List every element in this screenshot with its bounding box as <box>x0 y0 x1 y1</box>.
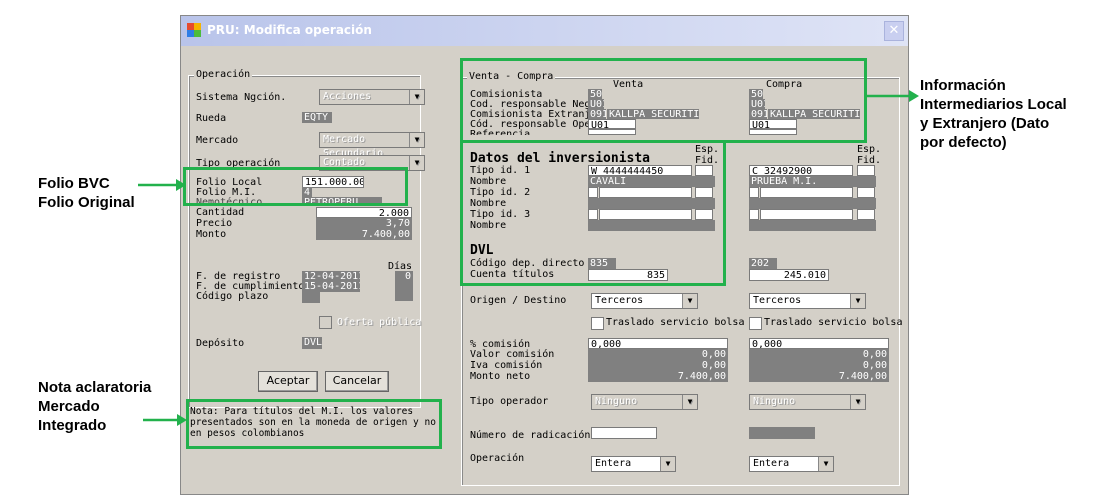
chevron-down-icon: ▼ <box>409 90 424 104</box>
compra-tipo-id3-field[interactable] <box>760 209 853 220</box>
venta-tipo-operador-select[interactable]: Ninguno ▼ <box>591 394 698 410</box>
compra-monto-neto: 7.400,00 <box>749 371 889 382</box>
operacion-group <box>188 75 421 408</box>
compra-radicacion-value <box>749 427 815 439</box>
compra-nombre1: PRUEBA M.I. <box>749 176 876 187</box>
venta-radicacion-field[interactable] <box>591 427 657 439</box>
compra-nombre2 <box>749 198 876 209</box>
folio-annotation: Folio BVC Folio Original <box>38 175 135 211</box>
venta-pct-comision-field[interactable]: 0,000 <box>588 338 728 349</box>
venta-operacion-select[interactable]: Entera ▼ <box>591 456 676 472</box>
compra-pct-comision-field[interactable]: 0,000 <box>749 338 889 349</box>
compra-operacion-select[interactable]: Entera ▼ <box>749 456 834 472</box>
chevron-down-icon: ▼ <box>850 395 865 409</box>
venta-valor-comision: 0,00 <box>588 349 728 360</box>
compra-tipo-id1-field[interactable]: C 32492900 <box>749 165 853 176</box>
venta-monto-neto: 7.400,00 <box>588 371 728 382</box>
nota-arrow-icon <box>143 414 187 426</box>
oferta-publica-checkbox[interactable] <box>319 316 332 329</box>
chevron-down-icon: ▼ <box>818 457 833 471</box>
deposito-label: Depósito <box>196 338 245 349</box>
chevron-down-icon: ▼ <box>409 133 424 147</box>
chevron-down-icon: ▼ <box>409 156 424 170</box>
compra-esp-fid3-field[interactable] <box>857 209 875 220</box>
app-icon <box>187 23 201 37</box>
compra-origen-select[interactable]: Terceros ▼ <box>749 293 866 309</box>
compra-esp-fid1-field[interactable] <box>857 165 875 176</box>
iva-comision-label: Iva comisión <box>470 360 543 371</box>
window-title: PRU: Modifica operación <box>207 23 372 37</box>
compra-iva: 0,00 <box>749 360 889 371</box>
info-arrow-icon <box>867 90 919 102</box>
compra-tipo-id3-code[interactable] <box>749 209 759 220</box>
folio-highlight-box <box>183 167 408 206</box>
venta-traslado-label: Traslado servicio bolsa <box>606 317 745 328</box>
aceptar-button[interactable]: Aceptar <box>258 371 318 392</box>
tipo-operador-label: Tipo operador <box>470 396 549 407</box>
compra-tipo-id2-field[interactable] <box>760 187 853 198</box>
codigo-plazo-value <box>302 292 320 303</box>
monto-neto-label: Monto neto <box>470 371 531 382</box>
chevron-down-icon: ▼ <box>660 457 675 471</box>
radicacion-label: Número de radicación <box>470 430 591 441</box>
monto-value: 7.400,00 <box>316 229 412 240</box>
chevron-down-icon: ▼ <box>682 395 697 409</box>
close-icon[interactable]: ✕ <box>884 21 904 41</box>
operacion-tipo-label: Operación <box>470 453 525 464</box>
inversionista-highlight-box <box>460 140 726 286</box>
rueda-value: EQTY <box>302 112 332 123</box>
cantidad-label: Cantidad <box>196 207 245 218</box>
compra-esp-fid-label: Esp. Fid. <box>857 144 882 166</box>
monto-label: Monto <box>196 229 227 240</box>
sistema-select[interactable]: Acciones ▼ <box>319 89 425 105</box>
mercado-label: Mercado <box>196 135 239 146</box>
deposito-value: DVL <box>302 337 322 349</box>
venta-traslado-checkbox[interactable] <box>591 317 604 330</box>
intermediarios-highlight-box <box>460 58 867 143</box>
chevron-down-icon: ▼ <box>850 294 865 308</box>
origen-destino-label: Origen / Destino <box>470 295 567 306</box>
dias-block <box>395 282 413 301</box>
venta-origen-select[interactable]: Terceros ▼ <box>591 293 698 309</box>
folio-arrow-icon <box>138 179 186 191</box>
cancelar-button[interactable]: Cancelar <box>325 371 389 392</box>
compra-cuenta-field[interactable]: 245.010 <box>749 269 829 281</box>
mercado-select[interactable]: Mercado Secundario ▼ <box>319 132 425 159</box>
compra-traslado-label: Traslado servicio bolsa <box>764 317 903 328</box>
nota-highlight-box <box>186 399 442 449</box>
compra-nombre3 <box>749 220 876 231</box>
compra-traslado-checkbox[interactable] <box>749 317 762 330</box>
info-annotation: Información Intermediarios Local y Extra… <box>920 77 1067 151</box>
operacion-legend: Operación <box>194 69 253 80</box>
f-cumplimiento-value: 15-04-2011 <box>302 281 360 292</box>
nota-annotation: Nota aclaratoria Mercado Integrado <box>38 379 152 434</box>
precio-value: 3,70 <box>316 218 412 229</box>
window-titlebar[interactable]: PRU: Modifica operación ✕ <box>181 16 908 46</box>
dias-value: 0 <box>395 271 413 282</box>
venta-iva: 0,00 <box>588 360 728 371</box>
compra-valor-comision: 0,00 <box>749 349 889 360</box>
codigo-plazo-label: Código plazo <box>196 291 269 302</box>
cantidad-field[interactable]: 2.000 <box>316 207 412 218</box>
compra-tipo-id2-code[interactable] <box>749 187 759 198</box>
compra-codigo-dep: 202 <box>749 258 777 269</box>
valor-comision-label: Valor comisión <box>470 349 555 360</box>
precio-label: Precio <box>196 218 233 229</box>
sistema-label: Sistema Ngción. <box>196 92 287 103</box>
chevron-down-icon: ▼ <box>682 294 697 308</box>
rueda-label: Rueda <box>196 113 227 124</box>
oferta-publica-label: Oferta pública <box>337 317 422 328</box>
compra-tipo-operador-select[interactable]: Ninguno ▼ <box>749 394 866 410</box>
compra-esp-fid2-field[interactable] <box>857 187 875 198</box>
